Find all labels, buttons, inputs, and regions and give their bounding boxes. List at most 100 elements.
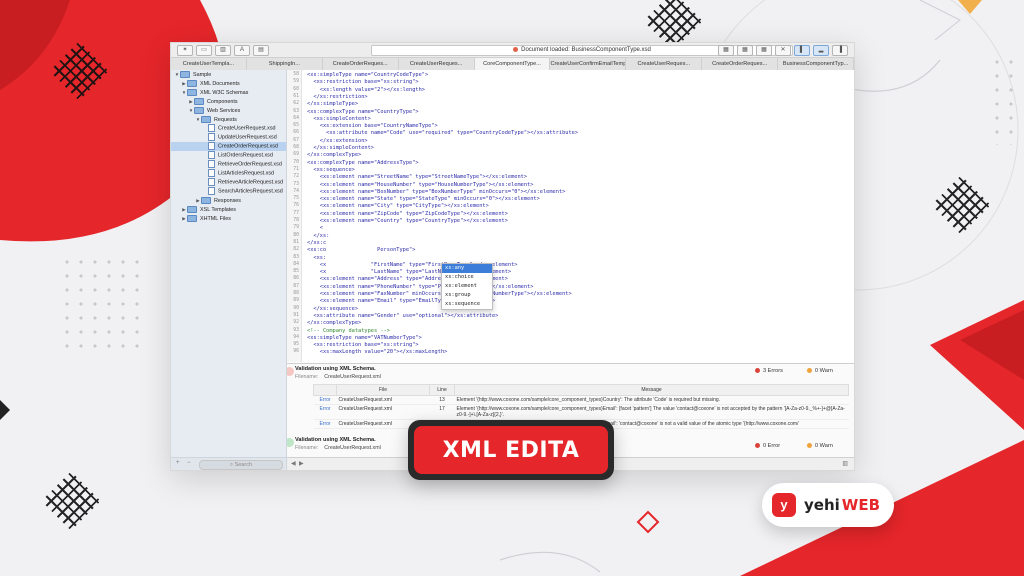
autocomplete-item[interactable]: xs:group [442,291,492,300]
view-left-icon[interactable]: ▌ [794,45,810,56]
code-line[interactable]: <xs:element name="BoxNumber" type="BoxNu… [307,189,566,195]
code-line[interactable]: <!-- Company datatypes --> [307,328,390,334]
code-line[interactable]: </xs: [307,233,329,239]
tree-item[interactable]: CreateUserRequest.xsd [171,124,286,133]
code-line[interactable]: <xs:element name="Country" type="Country… [307,218,508,224]
add-icon[interactable]: + [176,460,180,466]
remove-icon[interactable]: − [187,460,191,466]
code-editor[interactable]: 58 <xs:simpleType name="CountryCodeType">… [287,70,854,362]
code-line[interactable]: </xs:complexType> [307,320,361,326]
autocomplete-item[interactable]: xs:element [442,282,492,291]
brand-name: yehi [804,496,840,514]
layout-icon[interactable]: ▦ [756,45,772,56]
tab[interactable]: CreateUserConfirmEmailTemplat... [550,58,627,70]
code-line[interactable]: <xs:element name="FaxNumber" minOccurs="… [307,291,572,297]
forward-icon[interactable]: ▶ [299,460,304,467]
tools-icon[interactable]: ✕ [775,45,791,56]
code-line[interactable]: <xs:element name="StreetName" type="Stre… [307,174,527,180]
code-line[interactable]: <xs:element name="City" type="CityType">… [307,203,489,209]
line-header[interactable]: Line [429,384,455,396]
code-line[interactable]: <xs:simpleContent> [307,116,370,122]
code-line[interactable]: <xs:complexType name="CountryType"> [307,109,419,115]
code-line[interactable]: <xs: [307,255,326,261]
file-tree: ▼ Sample ▶ XML Documents ▼ XML W3C Schemas ▶ Co… [171,70,286,223]
table-row[interactable]: ErrorCreateUserRequest.xml17Element '{ht… [313,404,849,420]
tab[interactable]: ShippingIn... [247,58,323,70]
code-line[interactable]: <xs:sequence> [307,167,354,173]
autocomplete-item[interactable]: xs:choice [442,273,492,282]
code-line[interactable]: </xs:complexType> [307,152,361,158]
line-number: 66 [293,130,299,136]
search-input[interactable]: ⌕ Search [199,460,283,470]
tree-item[interactable]: ▶ Components [171,97,286,106]
tree-item[interactable]: UpdateUserRequest.xsd [171,133,286,142]
columns-icon[interactable]: ▥ [215,45,231,56]
cell-file: CreateUserRequest.xml [336,404,430,420]
back-icon[interactable]: ◀ [291,460,296,467]
autocomplete-popup[interactable]: xs:any xs:choice xs:element xs:group xs:sequ… [441,263,493,310]
line-number: 72 [293,174,299,180]
tree-item[interactable]: ▼ Requests [171,115,286,124]
trash-icon[interactable]: ▥ [842,460,848,467]
sidebar-icon[interactable]: ▤ [253,45,269,56]
code-line[interactable]: <xs:attribute name="Gender" use="optiona… [307,313,498,319]
code-line[interactable]: <xs:maxLength value="20"></xs:maxLength> [307,349,448,355]
code-line[interactable]: </xs:extension> [307,138,368,144]
code-line[interactable]: <xs:element name="State" type="StateType… [307,196,540,202]
message-header[interactable]: Message [454,384,849,396]
cell-line: 13 [429,395,455,405]
code-line[interactable]: <xs:attribute name="Code" use="required"… [307,130,578,136]
tree-item[interactable]: RetrieveArticleRequest.xsd [171,178,286,187]
autocomplete-item[interactable]: xs:sequence [442,300,492,309]
tree-item[interactable]: ▶ XSL Templates [171,205,286,214]
tab[interactable]: CreateOrderReques... [702,58,779,70]
tree-item[interactable]: ▼ Sample [171,70,286,79]
tab[interactable]: CoreComponentType... [474,58,551,70]
text-icon[interactable]: A [234,45,250,56]
code-line[interactable]: <xs:element name="HouseNumber" type="Hou… [307,182,534,188]
table-row[interactable]: Error CreateUserRequest.xml 13 Element '{ht… [313,395,849,405]
tree-item[interactable]: RetrieveOrderRequest.xsd [171,160,286,169]
tree-item[interactable]: ▼ XML W3C Schemas [171,88,286,97]
tab[interactable]: CreateUserReques... [626,58,703,70]
wand-icon[interactable]: ✶ [177,45,193,56]
tree-item[interactable]: SearchArticlesRequest.xsd [171,187,286,196]
autocomplete-item[interactable]: xs:any [442,264,492,273]
tree-item[interactable]: CreateOrderRequest.xsd [171,142,286,151]
tab[interactable]: CreateOrderReques... [323,58,399,70]
layout-icon[interactable]: ▦ [718,45,734,56]
tree-item[interactable]: ListArticlesRequest.xsd [171,169,286,178]
brand-logo: y yehi WEB [762,483,894,527]
tab[interactable]: CreateUserTempla... [171,58,247,70]
layout-icon[interactable]: ▦ [737,45,753,56]
code-line[interactable]: <xs:complexType name="AddressType"> [307,160,419,166]
tree-item[interactable]: ▼ Web Services [171,106,286,115]
code-line[interactable]: </xs:sequence> [307,306,358,312]
code-line[interactable]: < [307,225,323,231]
code-line[interactable]: <xs:element name="PhoneNumber" type="Pho… [307,284,534,290]
tree-item[interactable]: ▶ XHTML Files [171,214,286,223]
code-line[interactable]: <xs:element name="ZipCode" type="ZipCode… [307,211,508,217]
tree-item[interactable]: ▶ XML Documents [171,79,286,88]
code-line[interactable]: <xs:simpleType name="VATNumberType"> [307,335,422,341]
code-line[interactable]: </xs:simpleContent> [307,145,374,151]
code-line[interactable]: <xs:length value="2"></xs:length> [307,87,425,93]
file-header[interactable]: File [336,384,430,396]
badge-label: XML EDITA [414,426,608,474]
code-line[interactable]: <xs:co PersonType"> [307,247,415,253]
code-line[interactable]: <xs:restriction base="xs:string"> [307,342,418,348]
code-line[interactable]: <xs:extension base="CountryNameType"> [307,123,438,129]
panel-icon[interactable]: ▭ [196,45,212,56]
view-right-icon[interactable]: ▐ [832,45,848,56]
code-line[interactable]: </xs:c [307,240,326,246]
code-line[interactable]: </xs:simpleType> [307,101,358,107]
code-line[interactable]: <xs:restriction base="xs:string"> [307,79,418,85]
tree-item[interactable]: ▶ Responses [171,196,286,205]
code-line[interactable]: <xs:simpleType name="CountryCodeType"> [307,72,428,78]
tab[interactable]: BusinessComponentTyp... [778,58,855,70]
code-line[interactable]: </xs:restriction> [307,94,367,100]
tree-item[interactable]: ListOrdersRequest.xsd [171,151,286,160]
view-bottom-icon[interactable]: ▂ [813,45,829,56]
tab[interactable]: CreateUserReques... [399,58,475,70]
line-number: 60 [293,86,299,92]
